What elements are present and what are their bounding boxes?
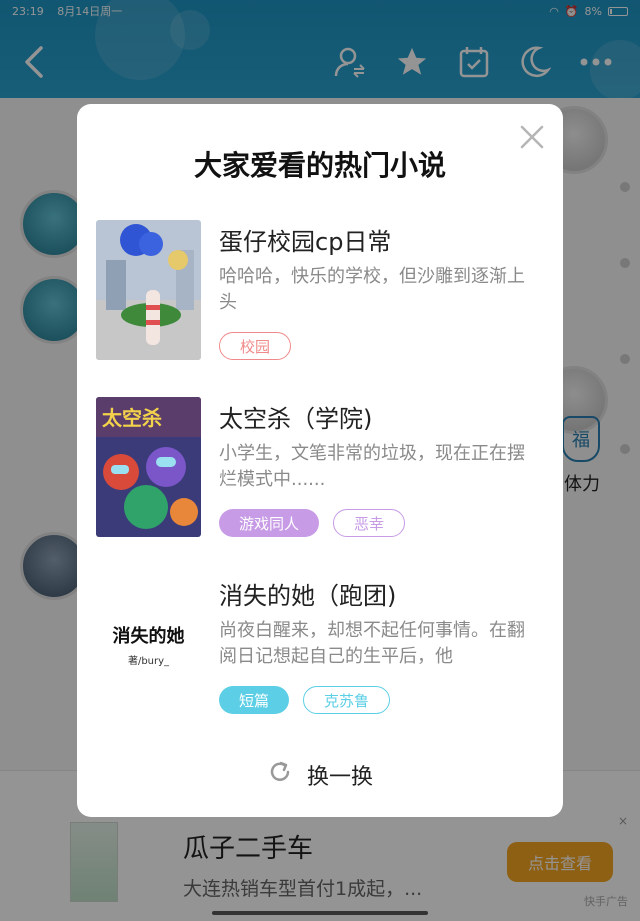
refresh-label: 换一换 <box>306 765 373 790</box>
book-cover: 消失的她 著/bury_ <box>96 574 201 714</box>
refresh-button[interactable]: 换一换 <box>77 759 563 791</box>
genre-tag[interactable]: 恶幸 <box>333 509 406 537</box>
refresh-icon <box>267 759 293 791</box>
cover-title: 消失的她 <box>112 625 185 647</box>
book-description: 尚夜白醒来，却想不起任何事情。在翻阅日记想起自己的生平后，他 <box>219 620 525 667</box>
home-indicator[interactable] <box>212 911 428 915</box>
genre-tag[interactable]: 游戏同人 <box>219 509 320 537</box>
book-item[interactable]: 消失的她 著/bury_ 消失的她（跑团) 尚夜白醒来，却想不起任何事情。在翻阅… <box>96 574 546 724</box>
book-cover: 太空杀 <box>96 397 201 537</box>
book-description: 哈哈哈，快乐的学校，但沙雕到逐渐上头 <box>219 266 525 313</box>
book-item[interactable]: 太空杀 太空杀（学院) 小学生，文笔非常的垃圾，现在正在摆烂模式中...... … <box>96 397 546 547</box>
book-title: 太空杀（学院) <box>219 405 373 433</box>
genre-tag[interactable]: 克苏鲁 <box>303 686 391 714</box>
hot-novels-modal: 大家爱看的热门小说 蛋仔校园cp日常 哈哈哈，快乐的学校，但沙雕到逐渐上头 校园 <box>77 104 563 817</box>
svg-text:太空杀: 太空杀 <box>102 406 162 430</box>
book-cover <box>96 220 201 360</box>
genre-tag[interactable]: 校园 <box>219 332 292 360</box>
cover-author: 著/bury_ <box>127 655 170 667</box>
ad-dim-overlay <box>0 800 640 921</box>
book-description: 小学生，文笔非常的垃圾，现在正在摆烂模式中...... <box>219 443 525 490</box>
genre-tag[interactable]: 短篇 <box>219 686 290 714</box>
book-title: 消失的她（跑团) <box>219 582 397 610</box>
book-item[interactable]: 蛋仔校园cp日常 哈哈哈，快乐的学校，但沙雕到逐渐上头 校园 <box>96 220 546 370</box>
modal-title: 大家爱看的热门小说 <box>193 149 446 182</box>
book-title: 蛋仔校园cp日常 <box>219 228 392 256</box>
